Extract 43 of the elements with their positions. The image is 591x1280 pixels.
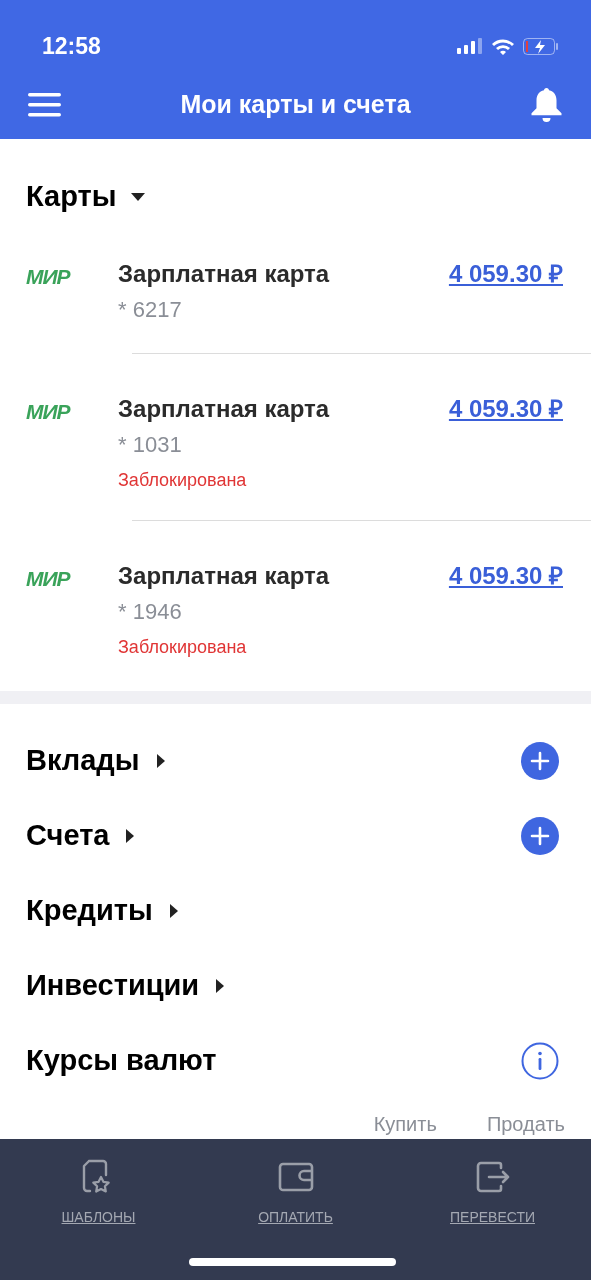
- tab-link[interactable]: ШАБЛОНЫ: [61, 1206, 136, 1228]
- card-logo: МИР: [26, 263, 72, 290]
- section-title[interactable]: Вклады: [26, 739, 140, 783]
- screen-title: Мои карты и счета: [180, 88, 411, 120]
- bell-icon[interactable]: [530, 86, 563, 123]
- battery-icon: [523, 37, 559, 55]
- column-header: Продать: [486, 1111, 565, 1137]
- caret-icon[interactable]: [215, 978, 226, 994]
- card-status: Заблокирована: [118, 468, 248, 492]
- card-balance-link[interactable]: 4 059.30 ₽: [448, 560, 563, 659]
- card-balance-link[interactable]: 4 059.30 ₽: [448, 258, 563, 325]
- section-title[interactable]: Счета: [26, 814, 110, 858]
- card-name: Зарплатная карта: [118, 258, 331, 289]
- card-balance-link[interactable]: 4 059.30 ₽: [448, 393, 563, 492]
- card-number: * 6217: [118, 295, 183, 324]
- card-status: Заблокирована: [118, 635, 248, 659]
- info-icon[interactable]: [521, 1042, 559, 1080]
- section-title[interactable]: Кредиты: [26, 889, 153, 933]
- card-row[interactable]: МИР Зарплатная карта * 1031 Заблокирована 4 059.30 ₽: [0, 353, 591, 520]
- card-name: Зарплатная карта: [118, 393, 331, 424]
- card-name: Зарплатная карта: [118, 560, 331, 591]
- section-title[interactable]: Карты: [26, 175, 117, 219]
- caret-icon[interactable]: [125, 828, 136, 844]
- signal-icon: [457, 38, 483, 54]
- card-number: * 1946: [118, 597, 183, 626]
- tab-link[interactable]: ОПЛАТИТЬ: [258, 1206, 333, 1228]
- wifi-icon: [491, 37, 515, 55]
- caret-icon[interactable]: [130, 191, 147, 202]
- section-title[interactable]: Курсы валют: [26, 1039, 217, 1083]
- caret-icon[interactable]: [168, 903, 179, 919]
- status-time: 12:58: [42, 31, 101, 61]
- add-button[interactable]: [521, 742, 559, 780]
- card-row[interactable]: МИР Зарплатная карта * 1946 Заблокирована 4 059.30 ₽: [0, 520, 591, 671]
- card-number: * 1031: [118, 430, 183, 459]
- card-row[interactable]: МИР Зарплатная карта * 6217 4 059.30 ₽: [0, 228, 591, 353]
- column-header: Купить: [373, 1111, 437, 1137]
- section-title[interactable]: Инвестиции: [26, 964, 200, 1008]
- tab-link[interactable]: ПЕРЕВЕСТИ: [450, 1206, 535, 1228]
- add-button[interactable]: [521, 817, 559, 855]
- menu-icon[interactable]: [28, 92, 61, 117]
- caret-icon[interactable]: [155, 753, 166, 769]
- card-logo: МИР: [26, 398, 72, 425]
- card-logo: МИР: [26, 565, 72, 592]
